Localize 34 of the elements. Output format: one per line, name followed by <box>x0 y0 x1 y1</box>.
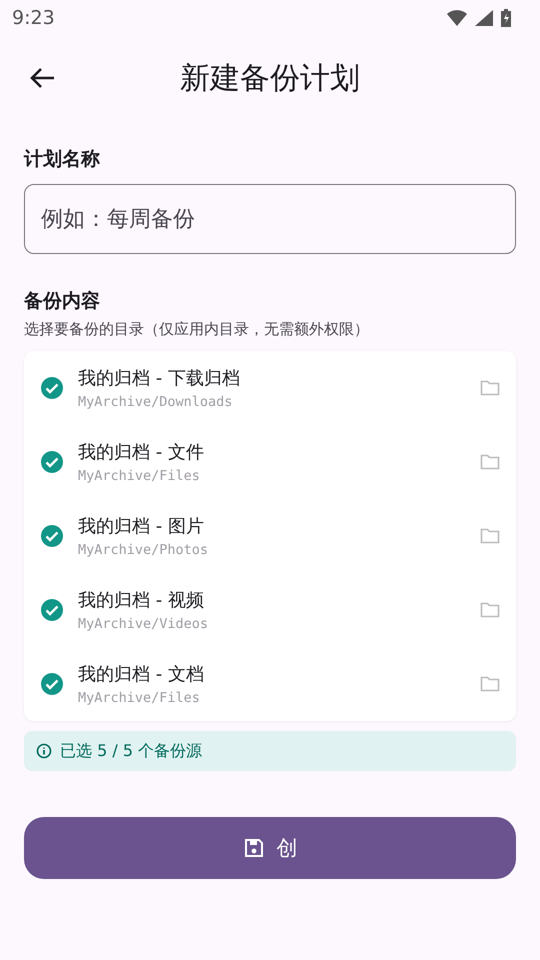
summary-text: 已选 5 / 5 个备份源 <box>60 740 202 762</box>
field-label: 计划名称 <box>24 147 100 172</box>
plan-name-field[interactable]: 例如：每周备份 <box>24 184 516 254</box>
source-name: 我的归档 - 文档 <box>78 663 204 686</box>
battery-icon <box>500 8 512 28</box>
source-name: 我的归档 - 文件 <box>78 441 204 464</box>
folder-icon[interactable] <box>480 675 500 693</box>
folder-icon[interactable] <box>480 379 500 397</box>
back-icon[interactable] <box>28 66 56 90</box>
checked-checkbox[interactable] <box>40 598 64 622</box>
checked-checkbox[interactable] <box>40 450 64 474</box>
folder-icon[interactable] <box>480 527 500 545</box>
checked-checkbox[interactable] <box>40 672 64 696</box>
source-name: 我的归档 - 视频 <box>78 589 204 612</box>
wifi-icon <box>446 9 468 27</box>
checked-checkbox[interactable] <box>40 376 64 400</box>
folder-icon[interactable] <box>480 453 500 471</box>
source-path: MyArchive/Videos <box>78 616 208 632</box>
page-title: 新建备份计划 <box>179 60 361 98</box>
section-title: 备份内容 <box>24 289 100 314</box>
source-name: 我的归档 - 图片 <box>78 515 204 538</box>
source-path: MyArchive/Files <box>78 690 200 706</box>
signal-icon <box>474 9 494 27</box>
save-icon <box>242 837 264 859</box>
source-path: MyArchive/Files <box>78 468 200 484</box>
source-path: MyArchive/Downloads <box>78 394 232 410</box>
source-path: MyArchive/Photos <box>78 542 208 558</box>
checked-checkbox[interactable] <box>40 524 64 548</box>
source-name: 我的归档 - 下载归档 <box>78 367 240 390</box>
folder-icon[interactable] <box>480 601 500 619</box>
section-subtitle: 选择要备份的目录（仅应用内目录，无需额外权限） <box>24 320 369 339</box>
info-icon <box>36 743 52 759</box>
create-button[interactable]: 创 <box>24 817 516 879</box>
status-time: 9:23 <box>12 7 55 29</box>
